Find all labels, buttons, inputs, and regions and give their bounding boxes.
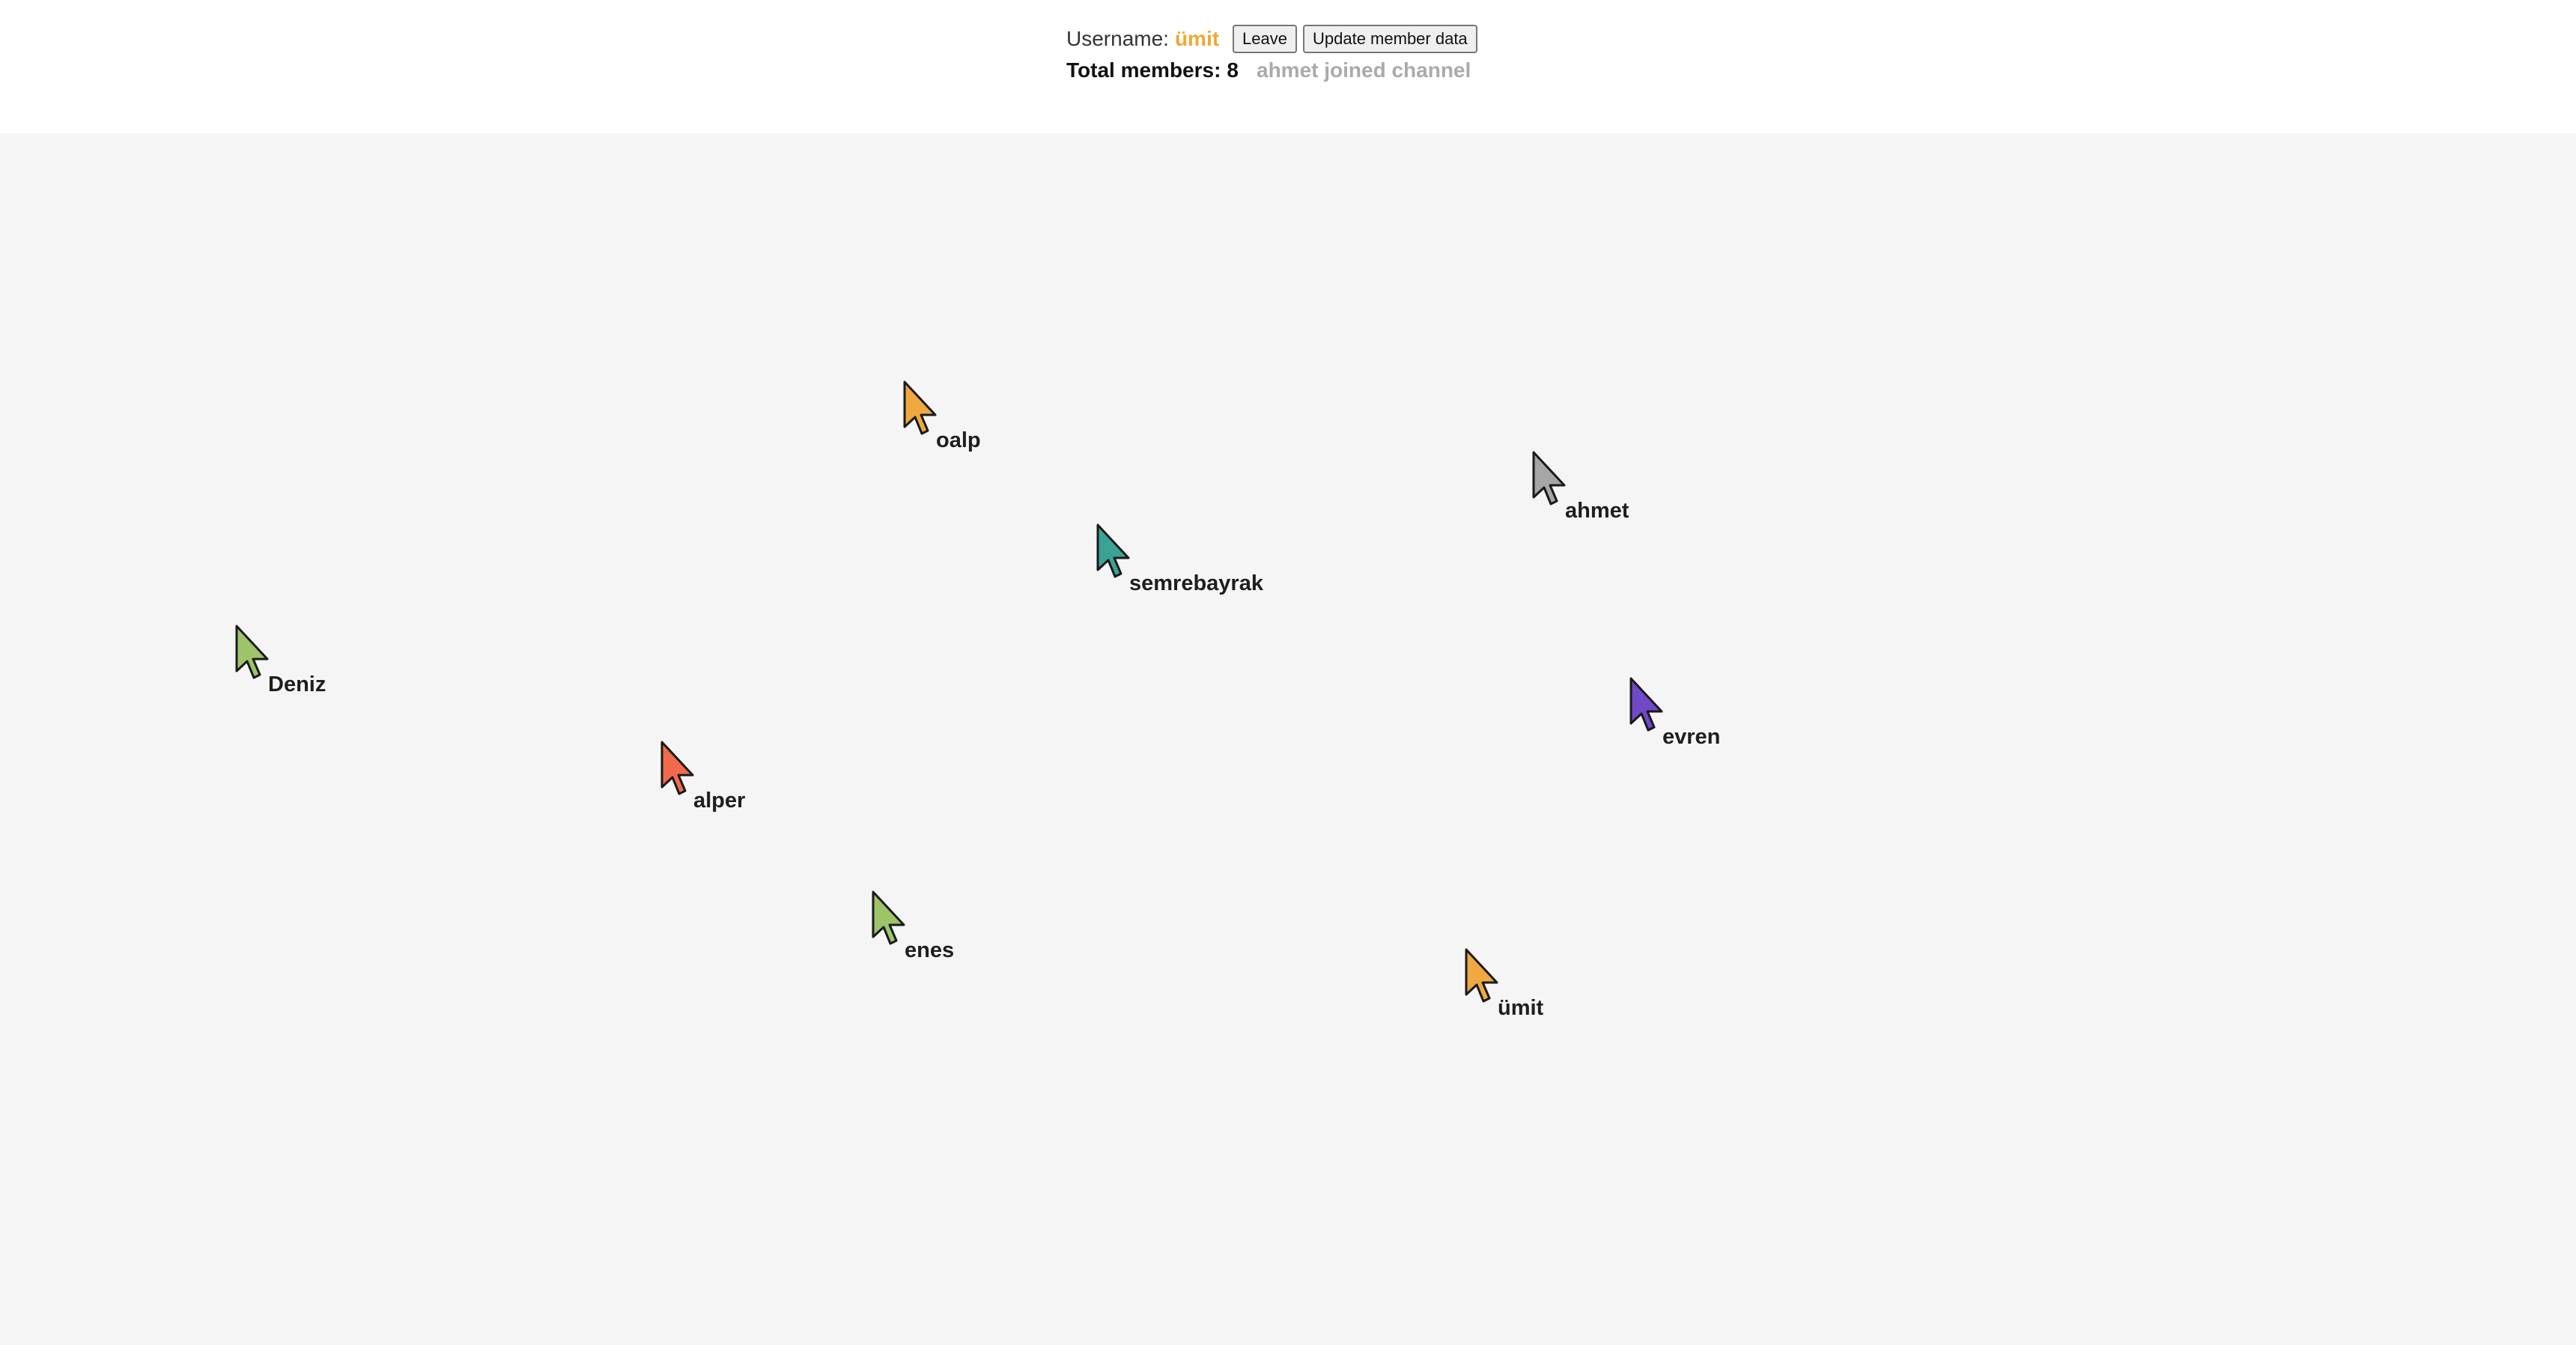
username-value: ümit [1174, 27, 1220, 50]
leave-button[interactable]: Leave [1233, 25, 1297, 53]
total-members-label: Total members: [1066, 58, 1221, 82]
member-cursor-label: ahmet [1565, 499, 1629, 523]
member-cursor: semrebayrak [1096, 523, 1276, 606]
update-member-data-button[interactable]: Update member data [1303, 25, 1477, 53]
member-cursor: evren [1629, 677, 1809, 759]
member-cursor: ahmet [1532, 451, 1712, 533]
member-cursor: ümit [1465, 948, 1644, 1030]
member-cursor: alper [660, 741, 840, 823]
header-bar: Username: ümit Leave Update member data … [0, 0, 2576, 133]
member-cursor: Deniz [235, 625, 415, 707]
member-cursor: oalp [903, 380, 1083, 463]
member-cursor-label: alper [693, 789, 746, 813]
members-row: Total members: 8 ahmet joined channel [1066, 55, 1477, 85]
member-cursor-label: oalp [936, 428, 981, 452]
member-cursor-label: evren [1662, 725, 1721, 749]
activity-message: ahmet joined channel [1257, 58, 1471, 82]
member-cursor: enes [872, 890, 1051, 973]
username-label: Username: [1066, 27, 1169, 50]
total-members-count: 8 [1227, 58, 1239, 82]
cursor-canvas[interactable]: oalp ahmet semrebayrak Deniz evren alper… [0, 133, 2576, 1345]
member-cursor-label: enes [905, 938, 955, 962]
header-content: Username: ümit Leave Update member data … [1066, 22, 1477, 85]
member-cursor-label: Deniz [268, 672, 326, 696]
member-cursor-label: semrebayrak [1129, 571, 1263, 595]
username-row: Username: ümit Leave Update member data [1066, 22, 1477, 55]
member-cursor-label: ümit [1498, 996, 1544, 1020]
